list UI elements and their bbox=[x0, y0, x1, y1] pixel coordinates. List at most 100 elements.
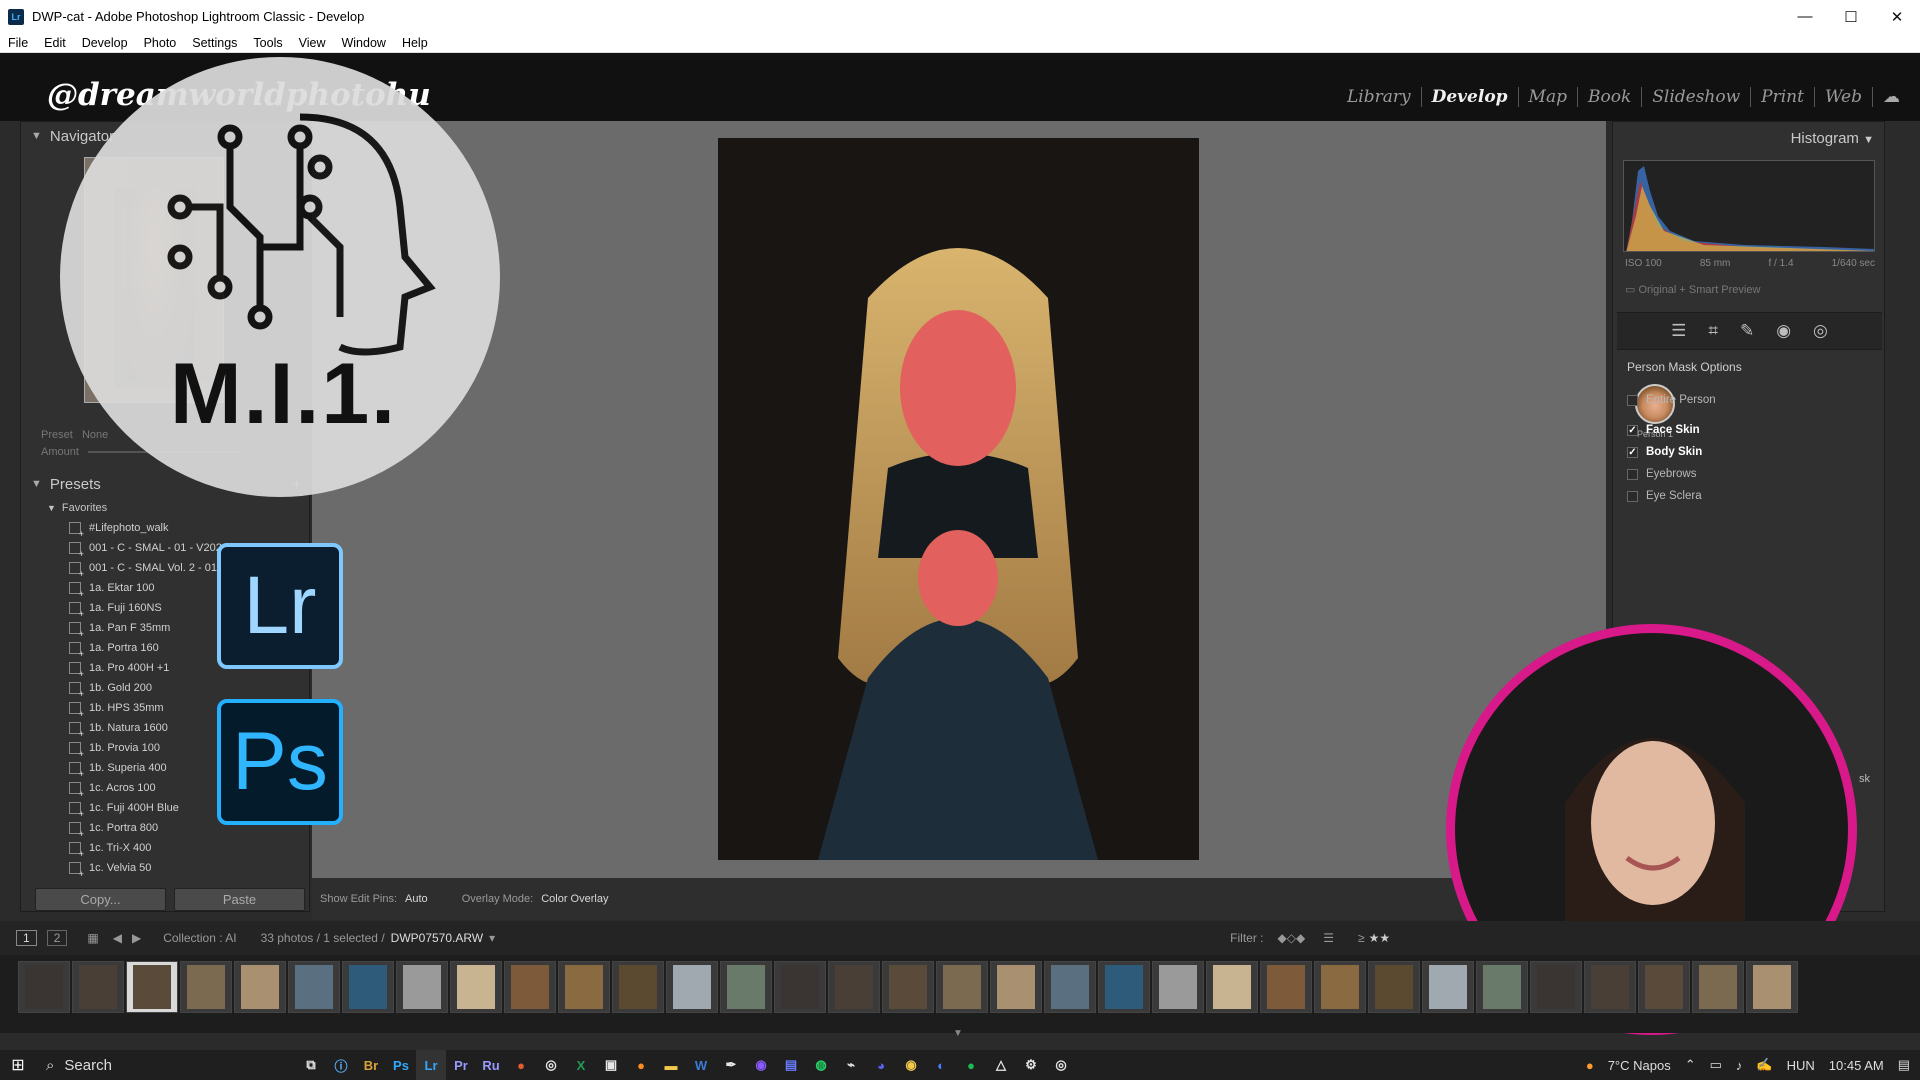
masking-icon[interactable]: ◎ bbox=[1813, 321, 1828, 341]
notifications-icon[interactable]: ▤ bbox=[1898, 1057, 1910, 1073]
whatsapp-icon[interactable]: ◍ bbox=[806, 1050, 836, 1080]
filename-dropdown-icon[interactable]: ▾ bbox=[489, 931, 495, 945]
film-thumbnail[interactable] bbox=[1044, 961, 1096, 1013]
module-web[interactable]: Web bbox=[1815, 87, 1873, 107]
film-thumbnail[interactable] bbox=[774, 961, 826, 1013]
film-thumbnail[interactable] bbox=[1098, 961, 1150, 1013]
drive-icon[interactable]: △ bbox=[986, 1050, 1016, 1080]
film-thumbnail[interactable] bbox=[1260, 961, 1312, 1013]
network-icon[interactable]: ▭ bbox=[1710, 1057, 1722, 1073]
mask-part-row[interactable]: Eye Sclera bbox=[1627, 490, 1702, 502]
favorites-group[interactable]: ▼ Favorites bbox=[47, 498, 311, 518]
media-app-icon[interactable]: ◎ bbox=[536, 1050, 566, 1080]
cortana-icon[interactable]: ◎ bbox=[1046, 1050, 1076, 1080]
selected-filename[interactable]: DWP07570.ARW bbox=[391, 931, 483, 945]
chrome-icon[interactable]: ◉ bbox=[896, 1050, 926, 1080]
healing-icon[interactable]: ✎ bbox=[1740, 321, 1754, 341]
maximize-button[interactable]: ☐ bbox=[1828, 0, 1874, 33]
word-icon[interactable]: W bbox=[686, 1050, 716, 1080]
film-thumbnail[interactable] bbox=[1368, 961, 1420, 1013]
menu-tools[interactable]: Tools bbox=[245, 36, 290, 50]
smart-preview-status[interactable]: ▭ Original + Smart Preview bbox=[1625, 283, 1760, 296]
module-print[interactable]: Print bbox=[1751, 87, 1815, 107]
vpn-icon[interactable]: ◉ bbox=[746, 1050, 776, 1080]
mask-part-checkbox[interactable]: ✓ bbox=[1627, 424, 1638, 436]
menu-help[interactable]: Help bbox=[394, 36, 436, 50]
volume-icon[interactable]: ♪ bbox=[1736, 1058, 1743, 1073]
menu-settings[interactable]: Settings bbox=[184, 36, 245, 50]
excel-icon[interactable]: X bbox=[566, 1050, 596, 1080]
menu-develop[interactable]: Develop bbox=[74, 36, 136, 50]
module-library[interactable]: Library bbox=[1337, 87, 1422, 107]
language-indicator[interactable]: HUN bbox=[1787, 1058, 1815, 1073]
task-view-icon[interactable]: ⧉ bbox=[296, 1050, 326, 1080]
partial-button-label[interactable]: sk bbox=[1859, 773, 1870, 785]
film-thumbnail[interactable] bbox=[882, 961, 934, 1013]
back-arrow-icon[interactable]: ◀ bbox=[113, 931, 122, 945]
module-map[interactable]: Map bbox=[1519, 87, 1578, 107]
crop-icon[interactable]: ⌗ bbox=[1708, 321, 1718, 341]
windows-start-icon[interactable]: ⊞ bbox=[0, 1050, 36, 1080]
overlay-mode-select[interactable]: Color Overlay bbox=[541, 893, 608, 905]
film-thumbnail[interactable] bbox=[450, 961, 502, 1013]
store-icon[interactable]: ▣ bbox=[596, 1050, 626, 1080]
info-app-icon[interactable]: ⓘ bbox=[326, 1050, 356, 1080]
spotify-icon[interactable]: ● bbox=[956, 1050, 986, 1080]
film-thumbnail[interactable] bbox=[1422, 961, 1474, 1013]
film-thumbnail[interactable] bbox=[1476, 961, 1528, 1013]
film-thumbnail[interactable] bbox=[234, 961, 286, 1013]
film-thumbnail[interactable] bbox=[1530, 961, 1582, 1013]
film-thumbnail[interactable] bbox=[288, 961, 340, 1013]
preset-item[interactable]: 1c. Velvia 50 bbox=[47, 858, 311, 878]
film-thumbnail[interactable] bbox=[1746, 961, 1798, 1013]
menu-view[interactable]: View bbox=[291, 36, 334, 50]
edit-pins-select[interactable]: Auto bbox=[405, 893, 428, 905]
film-thumbnail[interactable] bbox=[558, 961, 610, 1013]
module-develop[interactable]: Develop bbox=[1422, 87, 1519, 107]
file-explorer-icon[interactable]: ▬ bbox=[656, 1050, 686, 1080]
histogram-header[interactable]: Histogram ▼ bbox=[1791, 130, 1874, 147]
film-thumbnail[interactable] bbox=[396, 961, 448, 1013]
menu-window[interactable]: Window bbox=[333, 36, 393, 50]
grid-view-icon[interactable]: ▦ bbox=[87, 931, 98, 945]
menu-photo[interactable]: Photo bbox=[136, 36, 185, 50]
premiere-taskbar-icon[interactable]: Pr bbox=[446, 1050, 476, 1080]
film-thumbnail[interactable] bbox=[828, 961, 880, 1013]
histogram-graph[interactable] bbox=[1623, 160, 1875, 252]
preset-item[interactable]: #Lifephoto_walk bbox=[47, 518, 311, 538]
pen-app-icon[interactable]: ✒ bbox=[716, 1050, 746, 1080]
red-eye-icon[interactable]: ◉ bbox=[1776, 321, 1791, 341]
tray-expand-icon[interactable]: ⌃ bbox=[1685, 1057, 1696, 1073]
film-thumbnail[interactable] bbox=[1638, 961, 1690, 1013]
film-thumbnail[interactable] bbox=[18, 961, 70, 1013]
app-icon[interactable]: ⌁ bbox=[836, 1050, 866, 1080]
menu-file[interactable]: File bbox=[0, 36, 36, 50]
rush-taskbar-icon[interactable]: Ru bbox=[476, 1050, 506, 1080]
paste-settings-button[interactable]: Paste bbox=[174, 888, 305, 911]
weather-icon[interactable]: ● bbox=[1586, 1058, 1594, 1073]
film-thumbnail[interactable] bbox=[126, 961, 178, 1013]
messenger-icon[interactable]: ◐ bbox=[926, 1050, 956, 1080]
settings-gear-icon[interactable]: ⚙ bbox=[1016, 1050, 1046, 1080]
powerpoint-icon[interactable]: ● bbox=[506, 1050, 536, 1080]
menu-edit[interactable]: Edit bbox=[36, 36, 74, 50]
film-thumbnail[interactable] bbox=[666, 961, 718, 1013]
rating-stars-icon[interactable]: ★★ bbox=[1369, 931, 1391, 945]
secondary-display-2[interactable]: 2 bbox=[46, 930, 68, 946]
clock[interactable]: 10:45 AM bbox=[1829, 1058, 1884, 1073]
filter-settings-icon[interactable]: ☰ bbox=[1323, 931, 1334, 945]
discord-icon[interactable]: ◕ bbox=[866, 1050, 896, 1080]
flag-filter-icon[interactable]: ◆◇◆ bbox=[1278, 931, 1306, 945]
bridge-app-icon[interactable]: Br bbox=[356, 1050, 386, 1080]
mask-part-row[interactable]: ✓ Body Skin bbox=[1627, 446, 1702, 458]
minimize-button[interactable]: — bbox=[1782, 0, 1828, 33]
portrait-photo[interactable] bbox=[718, 138, 1199, 860]
preset-item[interactable]: 1c. Tri-X 400 bbox=[47, 838, 311, 858]
film-thumbnail[interactable] bbox=[990, 961, 1042, 1013]
close-button[interactable]: ✕ bbox=[1874, 0, 1920, 33]
film-thumbnail[interactable] bbox=[936, 961, 988, 1013]
edit-sliders-icon[interactable]: ☰ bbox=[1671, 321, 1686, 341]
pen-icon[interactable]: ✍ bbox=[1756, 1057, 1772, 1073]
mask-part-checkbox[interactable] bbox=[1627, 490, 1638, 502]
mask-part-row[interactable]: Eyebrows bbox=[1627, 468, 1697, 480]
